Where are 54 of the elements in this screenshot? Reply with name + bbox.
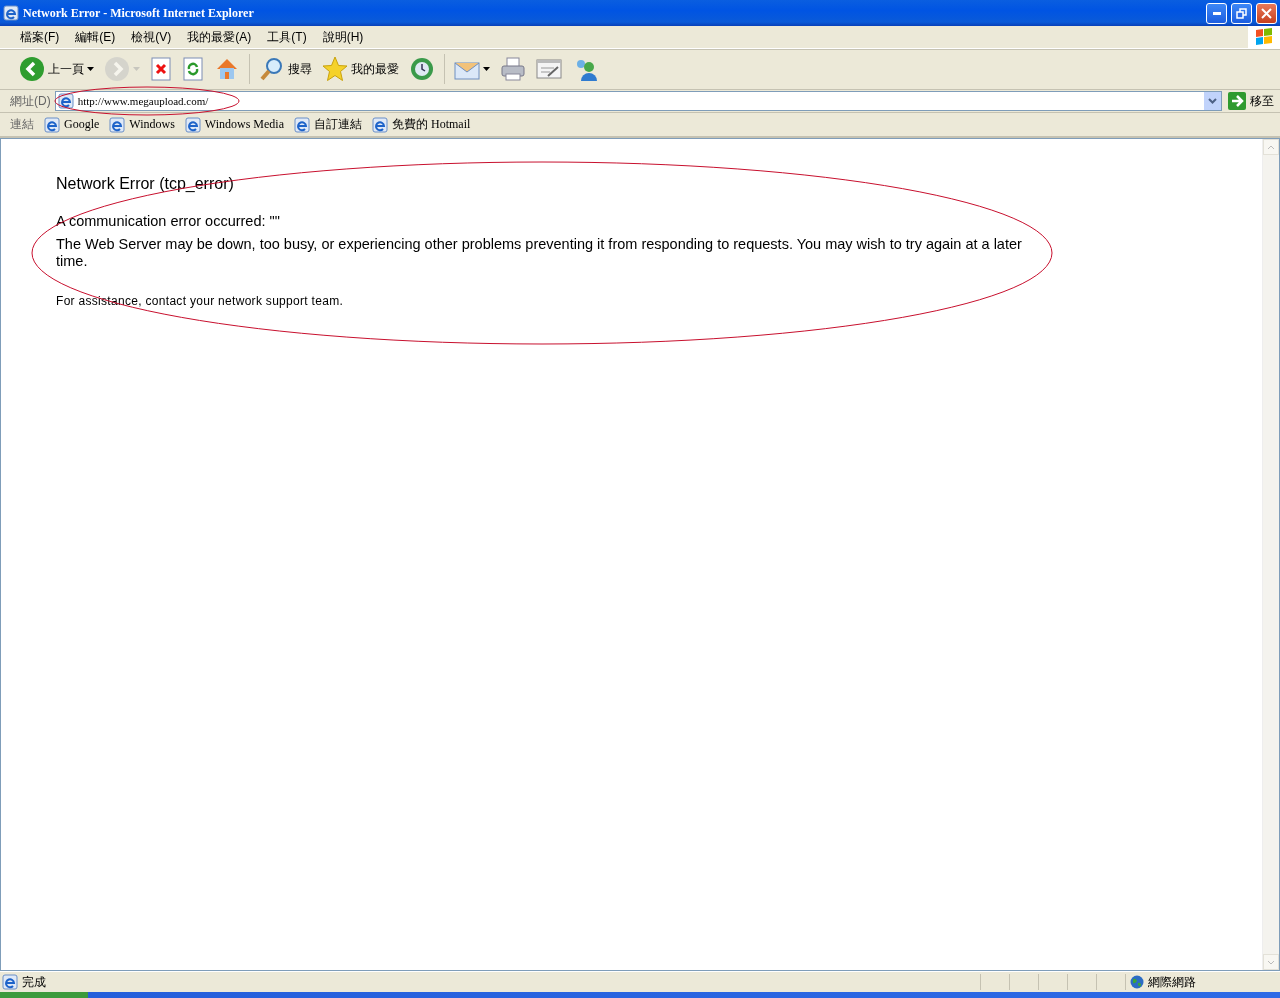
caret-icon: [483, 67, 490, 71]
arrow-right-icon: [1228, 92, 1246, 110]
toolbar-button[interactable]: 搜尋: [256, 54, 315, 84]
refresh-page-icon: [182, 57, 204, 81]
ie-page-icon: [109, 116, 126, 133]
stop-page-icon: [150, 57, 172, 81]
printer-icon: [500, 56, 526, 82]
caret-icon: [87, 67, 94, 71]
minimize-icon: [1212, 11, 1221, 15]
toolbar-button[interactable]: 我的最愛: [319, 54, 402, 84]
chevron-up-icon: [1267, 144, 1275, 150]
star-icon: [322, 56, 348, 82]
caret-icon: [133, 67, 140, 71]
menu-item[interactable]: 說明(H): [314, 28, 372, 46]
ie-page-icon: [3, 5, 19, 21]
links-label: 連結: [10, 116, 34, 133]
favorite-link[interactable]: Windows: [109, 116, 175, 133]
ie-page-icon: [184, 116, 201, 133]
error-details: The Web Server may be down, too busy, or experiencing other problems preventing it from responding to requests. You may wish to try again at a later time.: [56, 236, 1023, 270]
search-icon: [259, 56, 285, 82]
ie-page-icon: [2, 974, 18, 990]
menu-item[interactable]: 檢視(V): [123, 28, 180, 46]
favorite-link[interactable]: Google: [44, 116, 100, 133]
globe-icon: [1130, 975, 1144, 989]
windows-flag-icon: [1254, 28, 1274, 46]
menu-item[interactable]: 工具(T): [259, 28, 315, 46]
address-dropdown-button[interactable]: [1204, 92, 1221, 110]
minimize-button[interactable]: [1206, 2, 1227, 24]
chevron-down-icon: [1208, 98, 1217, 104]
toolbar-button[interactable]: 上一頁: [16, 54, 97, 84]
address-field[interactable]: http://www.megaupload.com/: [54, 91, 1222, 111]
address-label: 網址(D): [10, 92, 51, 110]
ie-page-icon: [44, 116, 60, 133]
window-title: Network Error - Microsoft Internet Explorer: [23, 5, 255, 21]
history-clock-icon: [409, 56, 435, 82]
error-message: A communication error occurred: "": [56, 213, 281, 230]
close-button[interactable]: [1256, 2, 1277, 24]
menu-item[interactable]: 編輯(E): [67, 28, 124, 46]
edit-document-icon: [536, 58, 562, 80]
toolbar-button[interactable]: [533, 56, 565, 82]
chevron-down-icon: [1267, 959, 1275, 965]
ie-page-icon: [294, 116, 310, 133]
restore-button[interactable]: [1231, 2, 1252, 24]
menu-item[interactable]: 我的最愛(A): [179, 28, 260, 46]
favorite-link[interactable]: Windows Media: [184, 116, 284, 133]
ie-page-icon: [372, 116, 388, 133]
status-text: 完成: [22, 973, 47, 991]
restore-icon: [1236, 7, 1247, 19]
close-icon: [1261, 7, 1272, 19]
favorite-link[interactable]: 自訂連結: [294, 116, 362, 133]
go-button[interactable]: 移至: [1226, 92, 1276, 110]
security-zone-text: 網際網路: [1148, 973, 1196, 991]
favorite-link[interactable]: 免費的 Hotmail: [372, 116, 471, 133]
menu-item[interactable]: 檔案(F): [12, 28, 68, 46]
